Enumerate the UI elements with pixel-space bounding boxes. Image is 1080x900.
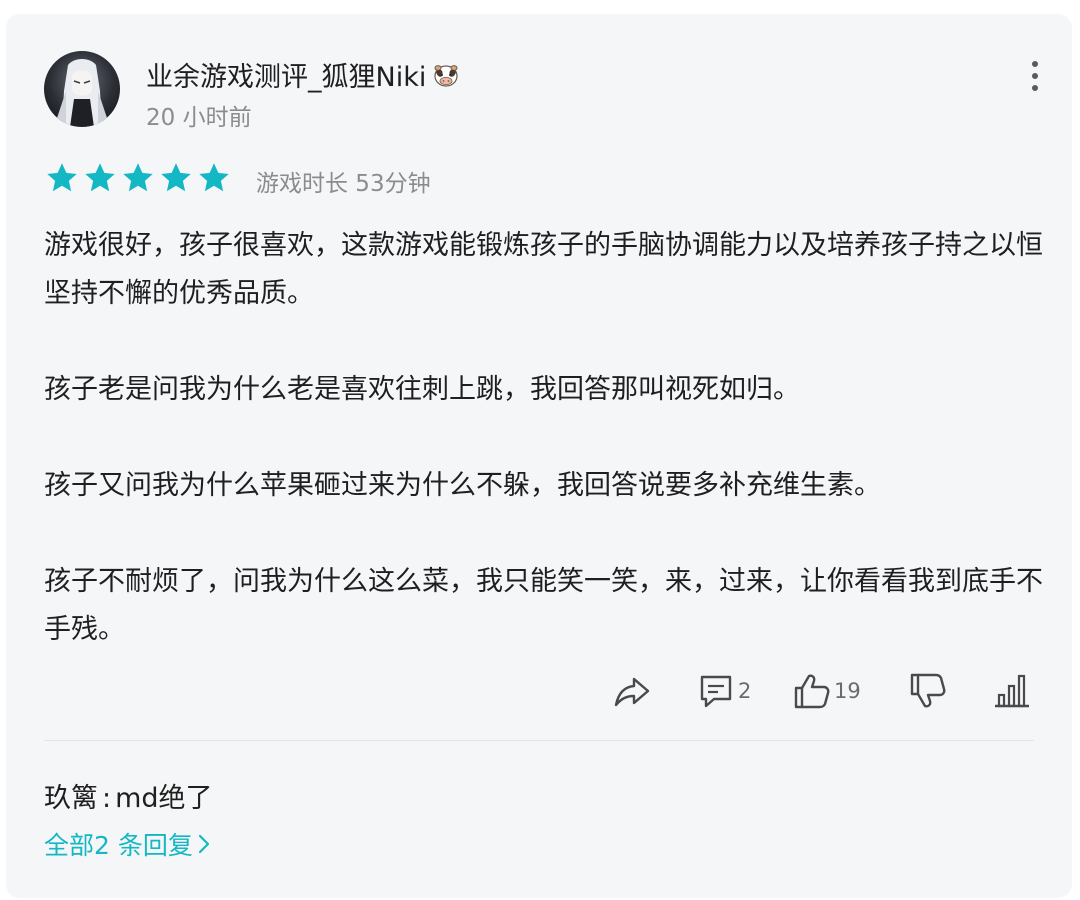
comment-count: 2	[738, 679, 752, 703]
like-button[interactable]: 19	[792, 668, 861, 714]
reply-author: 玖篱	[44, 783, 98, 814]
thumbs-down-icon	[910, 673, 946, 708]
stats-button[interactable]	[992, 668, 1032, 714]
reply-separator: :	[102, 783, 112, 814]
star-icon	[85, 163, 115, 192]
comment-button[interactable]: 2	[696, 668, 751, 714]
all-replies-text: 全部2 条回复	[44, 831, 193, 860]
reply-preview[interactable]: 玖篱: md绝了	[44, 776, 213, 815]
user-avatar[interactable]	[44, 51, 120, 127]
star-icon	[161, 163, 191, 192]
share-icon	[614, 677, 650, 707]
timestamp: 20 小时前	[146, 105, 252, 131]
all-replies-link[interactable]: 全部2 条回复	[44, 826, 211, 862]
action-bar: 2 19	[606, 668, 1036, 714]
dislike-button[interactable]	[908, 668, 948, 714]
review-paragraph: 孩子不耐烦了，问我为什么这么菜，我只能笑一笑，来，过来，让你看看我到底手不手残。	[44, 566, 1043, 645]
username[interactable]: 业余游戏测评_狐狸Niki	[146, 54, 462, 94]
review-paragraph: 游戏很好，孩子很喜欢，这款游戏能锻炼孩子的手脑协调能力以及培养孩子持之以恒坚持不…	[44, 230, 1043, 309]
more-options-button[interactable]	[1020, 56, 1050, 96]
star-rating	[44, 160, 232, 196]
share-button[interactable]	[612, 668, 652, 714]
review-card: 业余游戏测评_狐狸Niki 20 小时前 游戏时长 53分钟 游戏很好，孩子很喜…	[6, 14, 1072, 898]
star-icon	[123, 163, 153, 192]
reply-text: md绝了	[115, 783, 213, 814]
comment-icon	[700, 675, 732, 708]
like-count: 19	[834, 679, 861, 703]
review-paragraph: 孩子又问我为什么苹果砸过来为什么不躲，我回答说要多补充维生素。	[44, 470, 881, 501]
thumbs-up-icon	[794, 674, 830, 709]
cow-badge-icon	[434, 65, 458, 87]
review-text: 游戏很好，孩子很喜欢，这款游戏能锻炼孩子的手脑协调能力以及培养孩子持之以恒坚持不…	[44, 222, 1044, 654]
star-icon	[199, 163, 229, 192]
chevron-right-icon	[198, 834, 209, 854]
avatar-image	[44, 51, 120, 127]
star-icon	[47, 163, 77, 192]
divider	[44, 740, 1034, 741]
username-text: 业余游戏测评_狐狸Niki	[146, 61, 427, 93]
more-vertical-icon	[1032, 61, 1038, 91]
bar-chart-icon	[995, 674, 1029, 708]
review-paragraph: 孩子老是问我为什么老是喜欢往刺上跳，我回答那叫视死如归。	[44, 374, 800, 405]
playtime: 游戏时长 53分钟	[256, 171, 431, 197]
